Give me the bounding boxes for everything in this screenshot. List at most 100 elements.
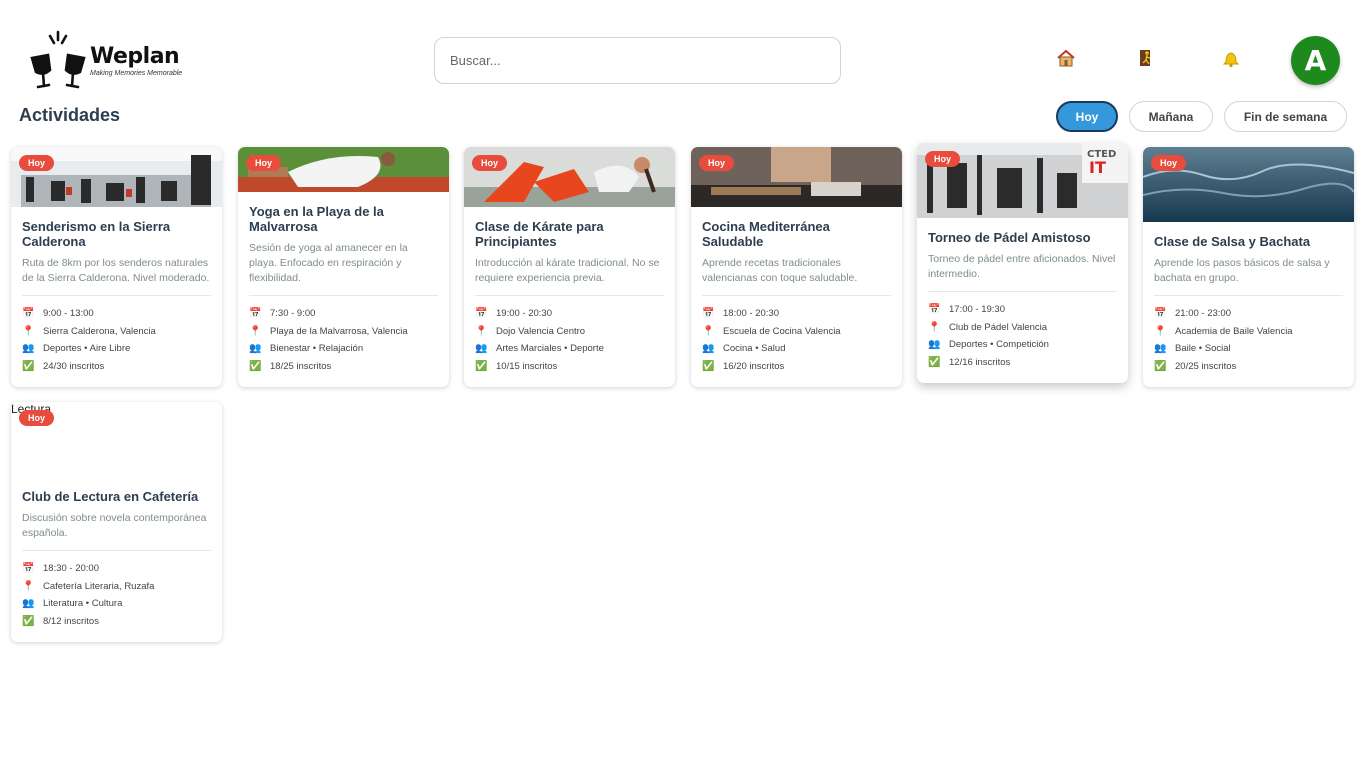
check-icon: ✅ xyxy=(702,360,715,372)
card-image: Hoy xyxy=(691,147,902,207)
card-location: Club de Pádel Valencia xyxy=(949,321,1048,333)
calendar-icon: 📅 xyxy=(928,304,941,316)
activity-card[interactable]: Hoy Yoga en la Playa de la Malvarrosa Se… xyxy=(238,147,449,387)
card-title: Yoga en la Playa de la Malvarrosa xyxy=(249,204,384,234)
page-title: Actividades xyxy=(19,105,121,125)
divider xyxy=(1154,295,1343,296)
activity-card[interactable]: Hoy Senderismo en la Sierra Calderona Ru… xyxy=(11,147,222,387)
people-icon: 👥 xyxy=(1154,343,1167,355)
location-pin-icon: 📍 xyxy=(475,325,488,337)
status-badge: Hoy xyxy=(1151,155,1187,171)
card-description: Torneo de pádel entre aficionados. Nivel… xyxy=(928,253,1116,280)
status-badge: Hoy xyxy=(472,155,508,171)
card-time: 9:00 - 13:00 xyxy=(43,308,94,320)
divider xyxy=(22,550,211,551)
card-title: Clase de Salsa y Bachata xyxy=(1154,234,1311,249)
activity-card[interactable]: Hoy Clase de Kárate para Principiantes I… xyxy=(464,147,675,387)
people-icon: 👥 xyxy=(928,339,941,351)
card-image: Hoy xyxy=(1143,147,1354,222)
card-enrolled: 12/16 inscritos xyxy=(949,356,1011,368)
card-description: Introducción al kárate tradicional. No s… xyxy=(475,257,660,284)
logo-tagline: Making Memories Memorable xyxy=(90,69,183,77)
calendar-icon: 📅 xyxy=(475,308,488,320)
people-icon: 👥 xyxy=(475,343,488,355)
filter-hoy-button[interactable]: Hoy xyxy=(1056,101,1118,132)
door-exit-icon[interactable] xyxy=(1134,48,1158,72)
check-icon: ✅ xyxy=(22,360,35,372)
card-title: Senderismo en la Sierra Calderona xyxy=(22,219,171,249)
divider xyxy=(928,291,1117,292)
divider xyxy=(22,295,211,296)
status-badge: Hoy xyxy=(19,155,55,171)
card-tags: Baile • Social xyxy=(1175,343,1231,355)
check-icon: ✅ xyxy=(928,356,941,368)
card-location: Playa de la Malvarrosa, Valencia xyxy=(270,325,408,337)
card-location: Sierra Calderona, Valencia xyxy=(43,325,156,337)
card-enrolled: 24/30 inscritos xyxy=(43,360,105,372)
activity-card[interactable]: CTED IT Hoy Torneo de Pádel Amistoso Tor… xyxy=(917,143,1128,383)
people-icon: 👥 xyxy=(249,343,262,355)
card-tags: Deportes • Aire Libre xyxy=(43,343,131,355)
avatar[interactable]: A xyxy=(1291,36,1340,85)
card-title: Cocina Mediterránea Saludable xyxy=(702,219,830,249)
card-description: Ruta de 8km por los senderos naturales d… xyxy=(22,257,210,284)
status-badge: Hoy xyxy=(19,410,55,426)
activity-card[interactable]: Lectura Hoy Club de Lectura en Cafetería… xyxy=(11,402,222,642)
card-image: CTED IT Hoy xyxy=(917,143,1128,218)
location-pin-icon: 📍 xyxy=(928,321,941,333)
card-image: Lectura Hoy xyxy=(11,402,222,477)
location-pin-icon: 📍 xyxy=(1154,325,1167,337)
card-time: 19:00 - 20:30 xyxy=(496,308,552,320)
card-image: Hoy xyxy=(238,147,449,192)
card-enrolled: 20/25 inscritos xyxy=(1175,360,1237,372)
card-enrolled: 10/15 inscritos xyxy=(496,360,558,372)
card-location: Academia de Baile Valencia xyxy=(1175,325,1293,337)
card-enrolled: 8/12 inscritos xyxy=(43,615,99,627)
calendar-icon: 📅 xyxy=(1154,308,1167,320)
svg-text:IT: IT xyxy=(1089,158,1106,177)
card-tags: Bienestar • Relajación xyxy=(270,343,364,355)
card-enrolled: 18/25 inscritos xyxy=(270,360,332,372)
activity-card[interactable]: Hoy Cocina Mediterránea Saludable Aprend… xyxy=(691,147,902,387)
check-icon: ✅ xyxy=(249,360,262,372)
home-icon[interactable] xyxy=(1054,48,1078,72)
card-description: Aprende los pasos básicos de salsa y bac… xyxy=(1154,257,1330,284)
card-enrolled: 16/20 inscritos xyxy=(723,360,785,372)
people-icon: 👥 xyxy=(22,343,35,355)
location-pin-icon: 📍 xyxy=(22,325,35,337)
status-badge: Hoy xyxy=(925,151,961,167)
calendar-icon: 📅 xyxy=(702,308,715,320)
card-image: Hoy xyxy=(464,147,675,207)
bell-icon[interactable] xyxy=(1219,48,1243,72)
calendar-icon: 📅 xyxy=(249,308,262,320)
divider xyxy=(249,295,438,296)
header: Weplan Making Memories Memorable A xyxy=(0,0,1366,100)
card-time: 18:00 - 20:30 xyxy=(723,308,779,320)
card-description: Sesión de yoga al amanecer en la playa. … xyxy=(249,242,408,284)
toast-glasses-icon xyxy=(30,30,86,89)
calendar-icon: 📅 xyxy=(22,308,35,320)
card-time: 17:00 - 19:30 xyxy=(949,304,1005,316)
card-title: Club de Lectura en Cafetería xyxy=(22,489,199,504)
card-time: 7:30 - 9:00 xyxy=(270,308,316,320)
card-description: Aprende recetas tradicionales valenciana… xyxy=(702,257,858,284)
status-badge: Hoy xyxy=(246,155,282,171)
logo[interactable]: Weplan Making Memories Memorable xyxy=(26,28,206,92)
card-location: Dojo Valencia Centro xyxy=(496,325,586,337)
card-tags: Artes Marciales • Deporte xyxy=(496,343,604,355)
search-input[interactable] xyxy=(434,37,841,84)
people-icon: 👥 xyxy=(702,343,715,355)
filter-manana-button[interactable]: Mañana xyxy=(1129,101,1213,132)
status-badge: Hoy xyxy=(699,155,735,171)
divider xyxy=(475,295,664,296)
calendar-icon: 📅 xyxy=(22,563,35,575)
card-location: Escuela de Cocina Valencia xyxy=(723,325,841,337)
location-pin-icon: 📍 xyxy=(249,325,262,337)
card-title: Clase de Kárate para Principiantes xyxy=(475,219,604,249)
logo-name: Weplan xyxy=(90,43,180,69)
filter-fin-de-semana-button[interactable]: Fin de semana xyxy=(1224,101,1347,132)
card-tags: Cocina • Salud xyxy=(723,343,786,355)
activity-card[interactable]: Hoy Clase de Salsa y Bachata Aprende los… xyxy=(1143,147,1354,387)
card-location: Cafetería Literaria, Ruzafa xyxy=(43,580,155,592)
card-description: Discusión sobre novela contemporánea esp… xyxy=(22,512,207,539)
